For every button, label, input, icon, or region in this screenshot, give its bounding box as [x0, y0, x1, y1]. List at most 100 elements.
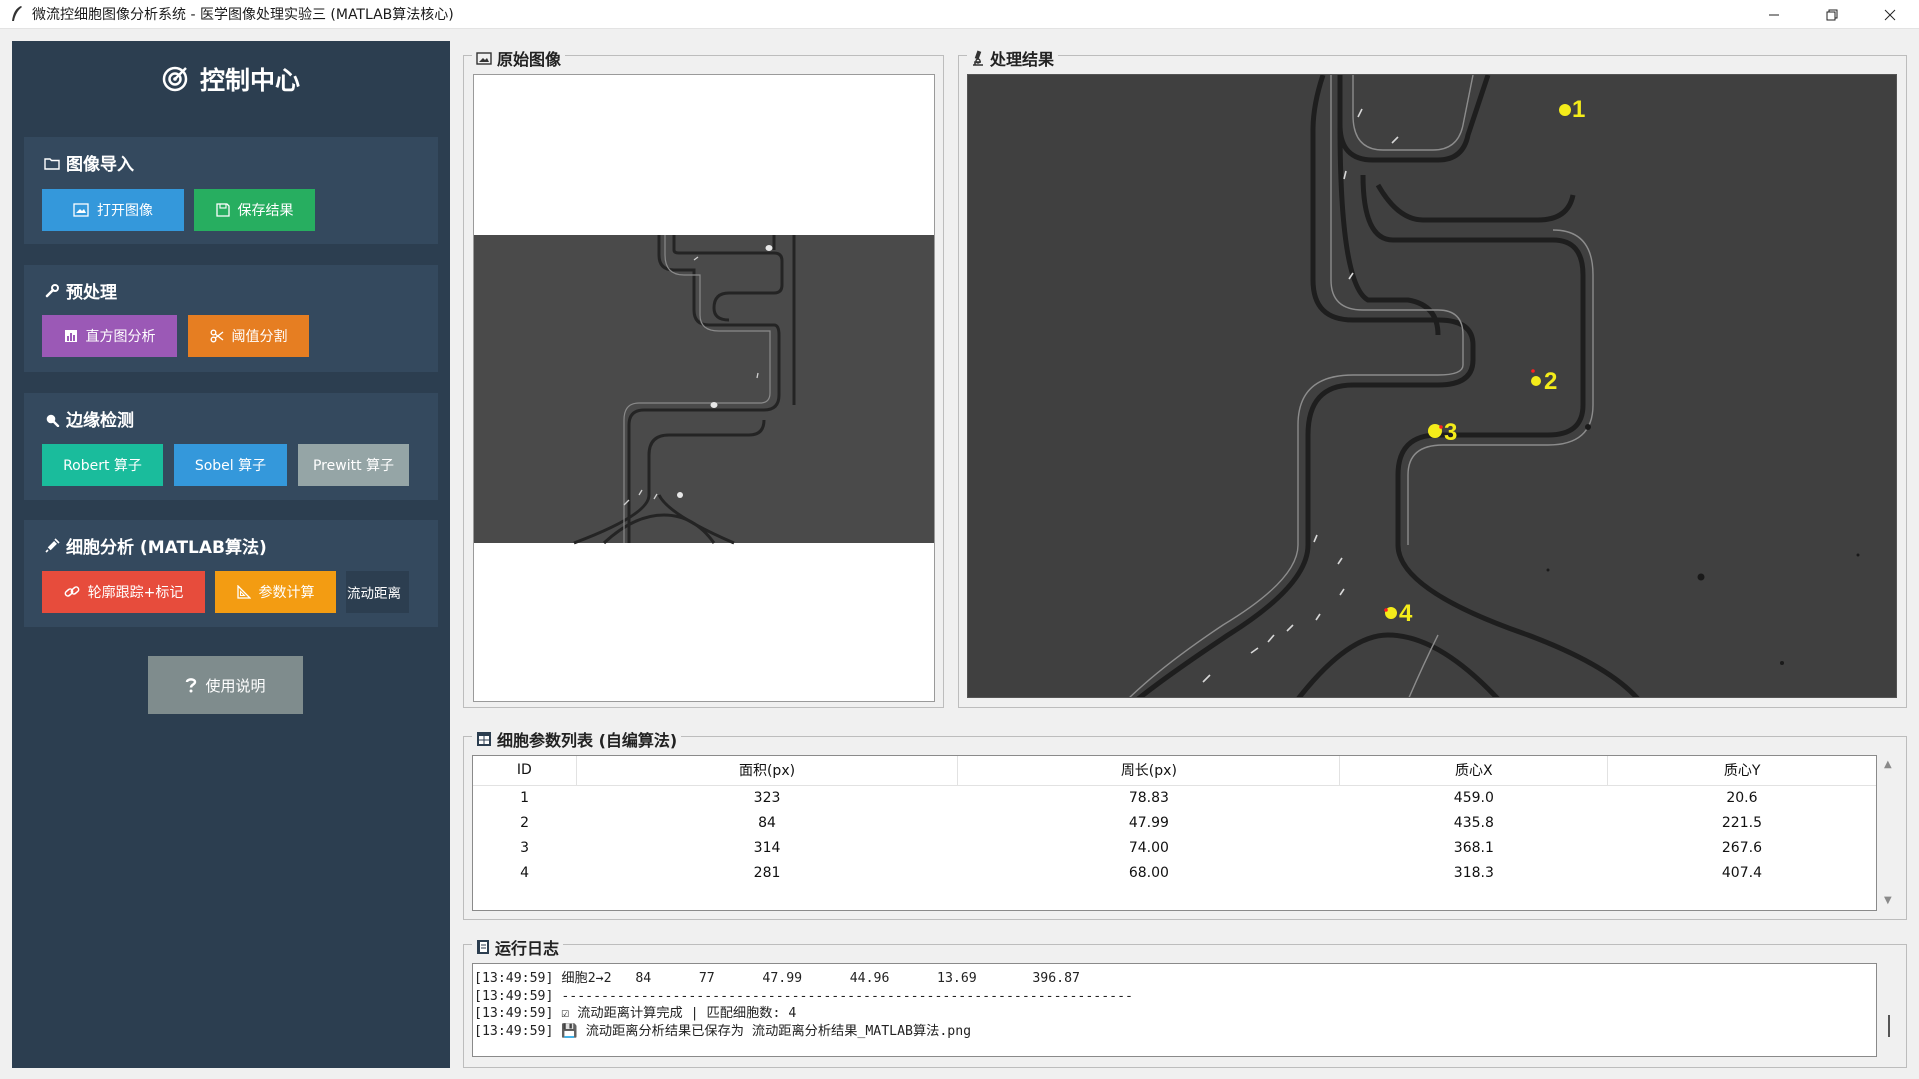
group-title-text: 边缘检测 [66, 411, 134, 431]
table-cell: 84 [758, 814, 776, 831]
log-scroll-thumb[interactable] [1888, 1015, 1890, 1037]
contour-tracking-label: 轮廓跟踪+标记 [87, 585, 184, 601]
cell-parameter-header: 细胞参数列表 (自编算法) [472, 727, 682, 751]
original-image-title: 原始图像 [497, 50, 562, 69]
run-log-text[interactable]: [13:49:59] 细胞2→2 84 77 47.99 44.96 13.69… [472, 963, 1877, 1057]
processed-microfluidic-image: 1 2 3 4 [968, 75, 1896, 697]
parameter-calculation-button[interactable]: 参数计算 [215, 571, 336, 613]
column-header-perimeter[interactable]: 周长(px) [957, 756, 1341, 786]
result-image-header: 处理结果 [967, 46, 1059, 70]
table-cell: 435.8 [1453, 814, 1494, 831]
table-cell: 1 [520, 789, 530, 806]
robert-operator-label: Robert 算子 [63, 458, 142, 474]
image-icon [73, 203, 89, 217]
help-label: 使用说明 [205, 676, 266, 695]
link-icon [64, 585, 80, 599]
flow-distance-button[interactable]: 流动距离 [346, 571, 409, 613]
help-button[interactable]: 使用说明 [148, 656, 303, 714]
minimize-icon[interactable] [1745, 0, 1803, 29]
magnifier-icon [44, 411, 60, 427]
column-header-centroid-y[interactable]: 质心Y [1607, 756, 1876, 786]
group-title-preprocess: 预处理 [44, 278, 117, 303]
result-image-title: 处理结果 [990, 50, 1055, 69]
sobel-operator-button[interactable]: Sobel 算子 [174, 444, 287, 486]
save-icon [215, 203, 230, 217]
open-image-label: 打开图像 [97, 203, 153, 219]
column-header-area[interactable]: 面积(px) [576, 756, 959, 786]
group-title-text: 细胞分析 (MATLAB算法) [66, 538, 267, 558]
run-log-header: 运行日志 [472, 935, 564, 959]
table-row[interactable]: 3 314 74.00 368.1 267.6 [473, 835, 1876, 860]
table-icon [476, 731, 492, 747]
log-line: [13:49:59] 💾 流动距离分析结果已保存为 流动距离分析结果_MATLA… [474, 1023, 972, 1039]
control-center-label: 控制中心 [199, 66, 300, 95]
table-cell: 4 [520, 864, 530, 881]
group-preprocess: 预处理 直方图分析 阈值分割 [24, 265, 438, 372]
original-image-canvas [473, 74, 935, 702]
group-title-text: 图像导入 [66, 155, 134, 175]
save-result-label: 保存结果 [237, 203, 294, 219]
cell-marker-1: 1 [1572, 96, 1585, 123]
open-image-button[interactable]: 打开图像 [42, 189, 184, 231]
table-scrollbar[interactable]: ▲ ▼ [1880, 755, 1897, 911]
table-row[interactable]: 4 281 68.00 318.3 407.4 [473, 860, 1876, 885]
table-header-row: ID 面积(px) 周长(px) 质心X 质心Y [473, 756, 1876, 786]
table-cell: 368.1 [1453, 839, 1494, 856]
log-line: [13:49:59] 细胞2→2 84 77 47.99 44.96 13.69… [474, 971, 1080, 986]
control-center-title: 控制中心 [12, 61, 450, 97]
table-cell: 3 [520, 839, 530, 856]
photo-icon [476, 51, 492, 65]
table-cell: 314 [753, 839, 781, 856]
robert-operator-button[interactable]: Robert 算子 [42, 444, 163, 486]
original-microfluidic-image [474, 75, 934, 701]
cell-parameter-title: 细胞参数列表 (自编算法) [497, 731, 678, 750]
group-image-import: 图像导入 打开图像 保存结果 [24, 137, 438, 244]
threshold-segmentation-button[interactable]: 阈值分割 [188, 315, 309, 357]
group-title-cell-analysis: 细胞分析 (MATLAB算法) [44, 533, 267, 558]
triangle-ruler-icon [236, 585, 251, 599]
scissors-icon [210, 329, 224, 343]
save-result-button[interactable]: 保存结果 [194, 189, 315, 231]
table-cell: 47.99 [1128, 814, 1169, 831]
run-log-title: 运行日志 [495, 939, 560, 958]
flow-distance-label: 流动距离 [347, 586, 401, 602]
group-edge-detection: 边缘检测 Robert 算子 Sobel 算子 Prewitt 算子 [24, 393, 438, 500]
table-cell: 68.00 [1128, 864, 1169, 881]
table-cell: 2 [520, 814, 530, 831]
log-scrollbar[interactable] [1880, 963, 1897, 1057]
threshold-segmentation-label: 阈值分割 [231, 329, 288, 345]
table-cell: 459.0 [1453, 789, 1494, 806]
column-header-centroid-x[interactable]: 质心X [1339, 756, 1609, 786]
table-cell: 281 [753, 864, 781, 881]
microscope-icon [971, 50, 985, 66]
histogram-analysis-label: 直方图分析 [85, 329, 156, 345]
cell-marker-3: 3 [1444, 419, 1457, 446]
scroll-down-icon[interactable]: ▼ [1884, 895, 1892, 906]
column-header-id[interactable]: ID [473, 756, 577, 786]
group-cell-analysis: 细胞分析 (MATLAB算法) 轮廓跟踪+标记 参数计算 流动距离 [24, 520, 438, 627]
control-sidebar: 控制中心 图像导入 打开图像 保存结果 预处理 直方图分析 阈值分割 边缘检测 … [12, 41, 450, 1068]
original-image-header: 原始图像 [472, 46, 566, 70]
close-icon[interactable] [1861, 0, 1919, 29]
cell-parameter-table: ID 面积(px) 周长(px) 质心X 质心Y 1 323 78.83 459… [472, 755, 1877, 911]
table-cell: 267.6 [1721, 839, 1762, 856]
scroll-up-icon[interactable]: ▲ [1884, 759, 1892, 770]
result-image-canvas: 1 2 3 4 [967, 74, 1897, 698]
cell-marker-2: 2 [1544, 368, 1557, 395]
histogram-analysis-button[interactable]: 直方图分析 [42, 315, 177, 357]
table-row[interactable]: 2 84 47.99 435.8 221.5 [473, 810, 1876, 835]
prewitt-operator-label: Prewitt 算子 [312, 458, 395, 474]
sobel-operator-label: Sobel 算子 [194, 458, 267, 474]
restore-icon[interactable] [1803, 0, 1861, 29]
syringe-icon [44, 537, 60, 554]
prewitt-operator-button[interactable]: Prewitt 算子 [298, 444, 409, 486]
log-line: [13:49:59] ☑ 流动距离计算完成 | 匹配细胞数: 4 [474, 1006, 797, 1022]
table-cell: 221.5 [1721, 814, 1762, 831]
contour-tracking-button[interactable]: 轮廓跟踪+标记 [42, 571, 205, 613]
table-cell: 20.6 [1726, 789, 1758, 806]
table-cell: 78.83 [1128, 789, 1169, 806]
table-cell: 323 [753, 789, 781, 806]
folder-icon [44, 156, 60, 170]
window-title: 微流控细胞图像分析系统 - 医学图像处理实验三 (MATLAB算法核心) [32, 7, 454, 23]
table-row[interactable]: 1 323 78.83 459.0 20.6 [473, 785, 1876, 810]
